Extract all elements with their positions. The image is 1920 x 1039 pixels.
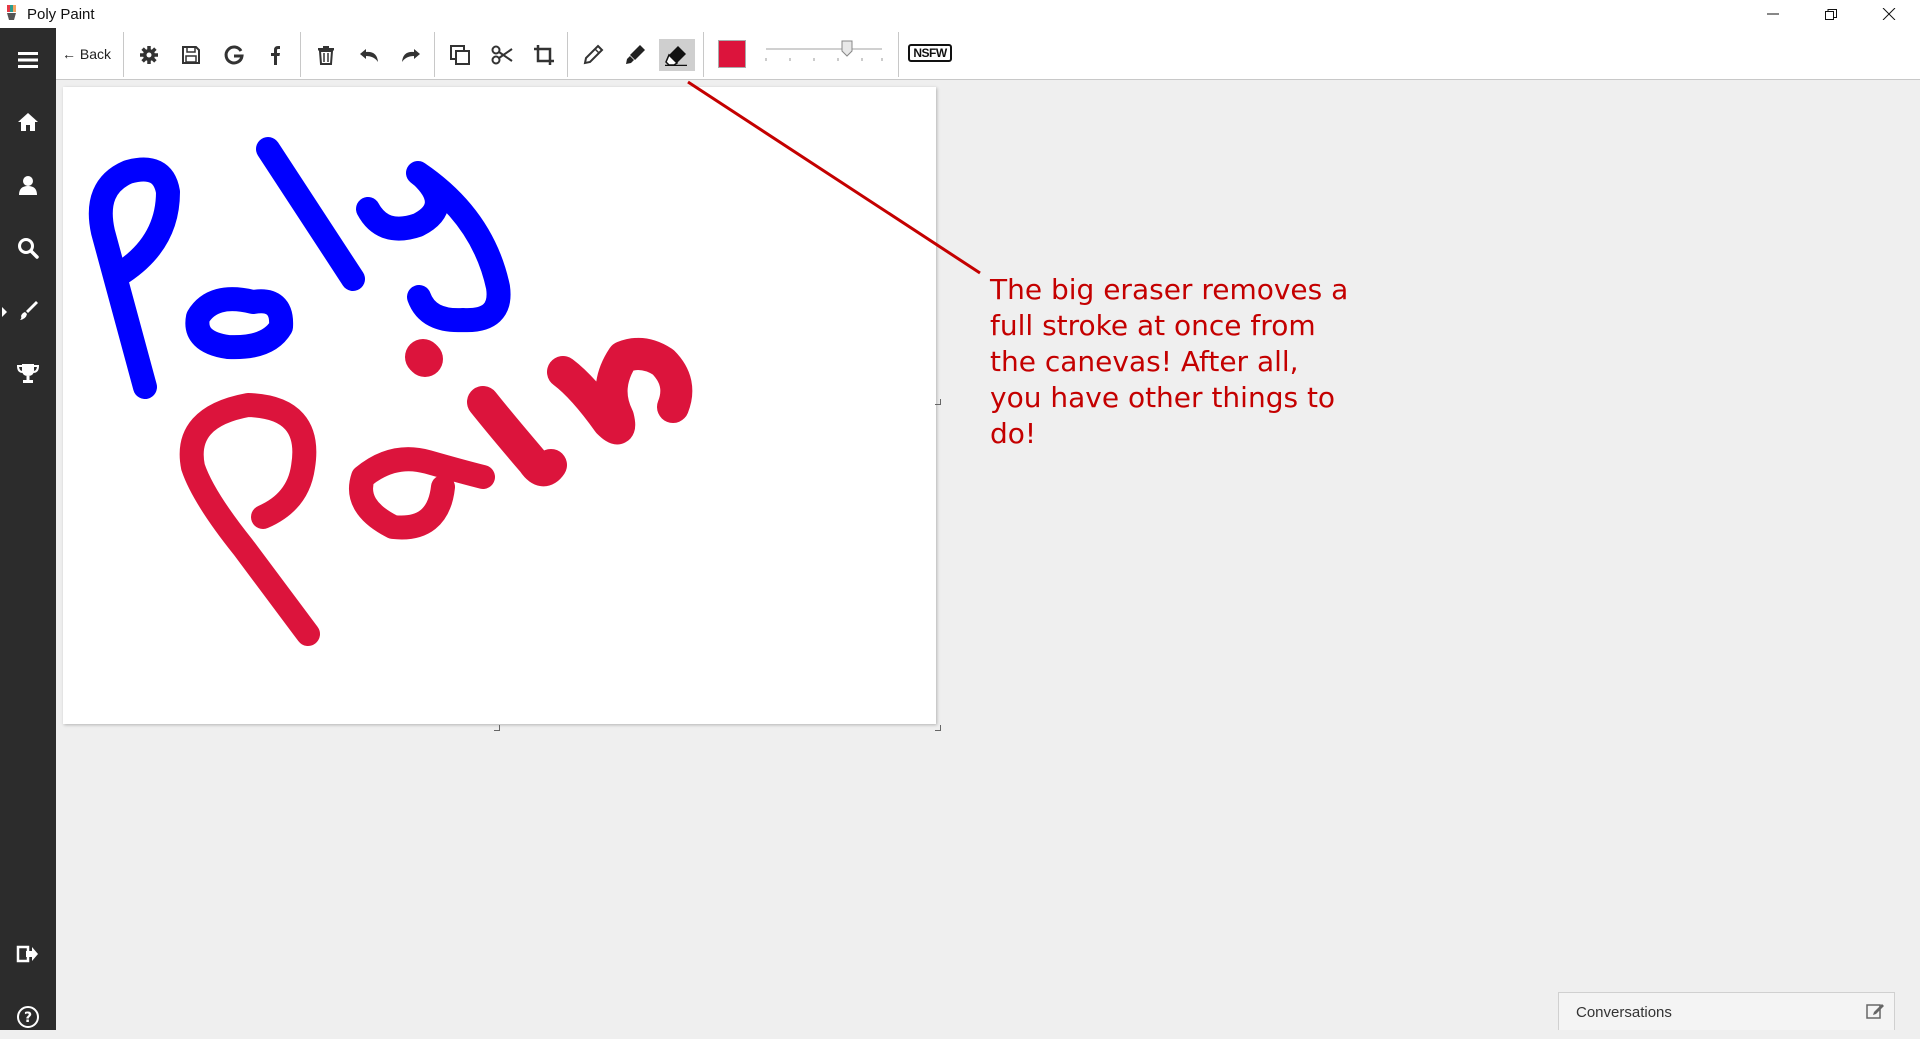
crop-button[interactable] (528, 39, 560, 71)
cut-icon (491, 45, 513, 65)
toolbar-divider (703, 32, 704, 77)
sidebar-logout-button[interactable] (0, 932, 56, 976)
sidebar-item-home[interactable] (0, 100, 56, 144)
toolbar-divider (567, 32, 568, 77)
toolbar: ← Back NSFW (56, 28, 1920, 80)
canvas-resize-handle-corner[interactable] (935, 725, 941, 731)
back-button[interactable]: ← Back (62, 46, 111, 66)
sidebar: ? (0, 28, 56, 1030)
stroke-blue (356, 161, 511, 333)
close-button[interactable] (1860, 0, 1918, 28)
toolbar-divider (898, 32, 899, 77)
gear-icon (140, 46, 158, 64)
conversations-panel[interactable]: Conversations (1558, 992, 1895, 1030)
sidebar-item-search[interactable] (0, 226, 56, 270)
canvas-strokes (88, 137, 693, 646)
toolbar-divider (434, 32, 435, 77)
stroke-size-slider[interactable] (764, 38, 884, 74)
nsfw-toggle-button[interactable]: NSFW (908, 44, 952, 62)
eraser-icon (665, 46, 687, 66)
cut-button[interactable] (486, 39, 518, 71)
sidebar-item-draw[interactable] (0, 289, 56, 333)
undo-icon (360, 49, 378, 62)
sidebar-item-profile[interactable] (0, 163, 56, 207)
window-title: Poly Paint (27, 6, 95, 23)
toolbar-divider (300, 32, 301, 77)
sidebar-menu-button[interactable] (0, 38, 56, 82)
duplicate-button[interactable] (444, 39, 476, 71)
pencil-icon (583, 44, 604, 65)
save-button[interactable] (175, 39, 207, 71)
marker-tool-button[interactable] (619, 39, 651, 71)
sidebar-help-button[interactable]: ? (0, 995, 56, 1039)
home-icon (18, 113, 38, 131)
google-icon (224, 45, 244, 65)
drawing-canvas[interactable] (63, 87, 936, 724)
compose-icon[interactable] (1866, 1002, 1884, 1020)
undo-button[interactable] (353, 39, 385, 71)
search-icon (18, 238, 39, 259)
title-bar: Poly Paint (0, 0, 1920, 28)
logout-icon (16, 945, 38, 963)
slider-thumb (841, 40, 853, 57)
pencil-tool-button[interactable] (577, 39, 609, 71)
redo-button[interactable] (395, 39, 427, 71)
crop-icon (534, 45, 554, 65)
color-picker-button[interactable] (718, 40, 746, 68)
trash-icon (318, 46, 334, 65)
menu-icon (18, 52, 38, 68)
settings-button[interactable] (133, 39, 165, 71)
canvas-resize-handle-bottom[interactable] (494, 725, 500, 731)
minimize-icon (1767, 13, 1779, 15)
stroke-red (179, 393, 320, 646)
brush-icon (20, 301, 38, 320)
help-icon: ? (17, 1006, 39, 1028)
app-logo-icon (7, 5, 16, 20)
minimize-button[interactable] (1744, 0, 1802, 28)
active-indicator-icon (2, 307, 7, 317)
duplicate-icon (450, 45, 470, 65)
stroke-blue (185, 287, 294, 360)
canvas-resize-handle-right[interactable] (935, 399, 941, 405)
stroke-blue (88, 157, 180, 399)
delete-button[interactable] (310, 39, 342, 71)
eraser-tool-button[interactable] (659, 39, 695, 71)
google-share-button[interactable] (218, 39, 250, 71)
stroke-red (405, 339, 443, 377)
facebook-share-button[interactable] (260, 39, 292, 71)
restore-icon (1825, 9, 1837, 20)
marker-icon (626, 45, 645, 64)
toolbar-divider (123, 32, 124, 77)
svg-text:?: ? (24, 1010, 32, 1026)
stroke-red (547, 337, 693, 445)
redo-icon (402, 49, 420, 62)
annotation-text: The big eraser removes a full stroke at … (990, 273, 1349, 450)
stroke-red (349, 447, 495, 540)
trophy-icon (16, 364, 40, 383)
facebook-icon (271, 46, 280, 65)
save-icon (182, 46, 200, 64)
sidebar-item-leaderboard[interactable] (0, 351, 56, 395)
stroke-red (467, 386, 567, 487)
close-icon (1882, 8, 1896, 20)
stroke-blue (256, 137, 365, 291)
conversations-label: Conversations (1576, 1004, 1672, 1021)
restore-button[interactable] (1802, 0, 1860, 28)
user-icon (19, 176, 37, 195)
